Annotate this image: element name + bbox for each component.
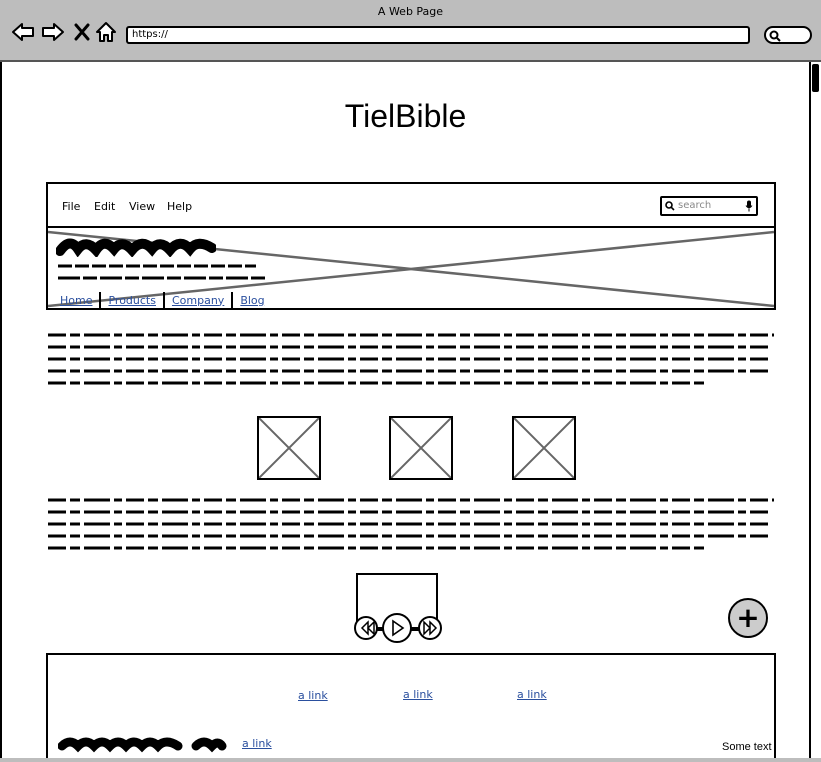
browser-search-field[interactable] — [764, 26, 812, 44]
menu-item-view[interactable]: View — [129, 200, 155, 213]
search-input[interactable]: search — [660, 196, 758, 216]
tagline-scribble — [58, 264, 266, 280]
scrollbar-thumb[interactable] — [812, 64, 819, 92]
logo-scribble — [56, 238, 216, 257]
nav-link-blog[interactable]: Blog — [233, 294, 271, 307]
menu-item-help[interactable]: Help — [167, 200, 192, 213]
fast-forward-button — [418, 616, 442, 640]
vertical-scrollbar[interactable] — [811, 62, 821, 762]
nav-links: Home Products Company Blog — [60, 292, 272, 308]
back-arrow-icon[interactable] — [10, 20, 36, 44]
footer-link[interactable]: a link — [403, 688, 433, 701]
menubar: File Edit View Help search — [48, 184, 774, 228]
microphone-icon[interactable] — [745, 200, 753, 212]
home-icon[interactable] — [94, 20, 118, 44]
paragraph-scribble-2 — [48, 498, 774, 550]
nav-link-home[interactable]: Home — [60, 294, 99, 307]
window-title: A Web Page — [377, 5, 444, 18]
footer-link[interactable]: a link — [242, 737, 272, 750]
search-icon — [665, 201, 675, 211]
footer-link[interactable]: a link — [517, 688, 547, 701]
footer-link[interactable]: a link — [298, 689, 328, 702]
footer-some-text: Some text — [722, 741, 772, 753]
image-placeholder — [512, 416, 576, 480]
footer-logo-scribble — [58, 737, 227, 753]
plus-icon: + — [736, 601, 760, 634]
site-header: File Edit View Help search Home Products… — [46, 182, 776, 310]
video-player[interactable] — [354, 573, 442, 643]
play-button — [382, 613, 412, 643]
forward-arrow-icon[interactable] — [40, 20, 66, 44]
search-placeholder: search — [678, 200, 712, 211]
nav-link-products[interactable]: Products — [101, 294, 163, 307]
add-button[interactable]: + — [728, 598, 768, 638]
menu-item-edit[interactable]: Edit — [94, 200, 115, 213]
image-placeholder — [257, 416, 321, 480]
url-bar[interactable]: https:// — [126, 26, 750, 44]
site-title: TielBible — [344, 98, 467, 134]
paragraph-scribble-1 — [48, 333, 774, 385]
browser-chrome: A Web Page https:// — [0, 0, 821, 62]
bottom-scrollbar-track — [0, 758, 821, 762]
search-icon — [769, 30, 781, 42]
close-x-icon[interactable] — [72, 20, 92, 44]
menu-item-file[interactable]: File — [62, 200, 80, 213]
image-placeholder — [389, 416, 453, 480]
nav-link-company[interactable]: Company — [165, 294, 231, 307]
rewind-button — [354, 616, 378, 640]
